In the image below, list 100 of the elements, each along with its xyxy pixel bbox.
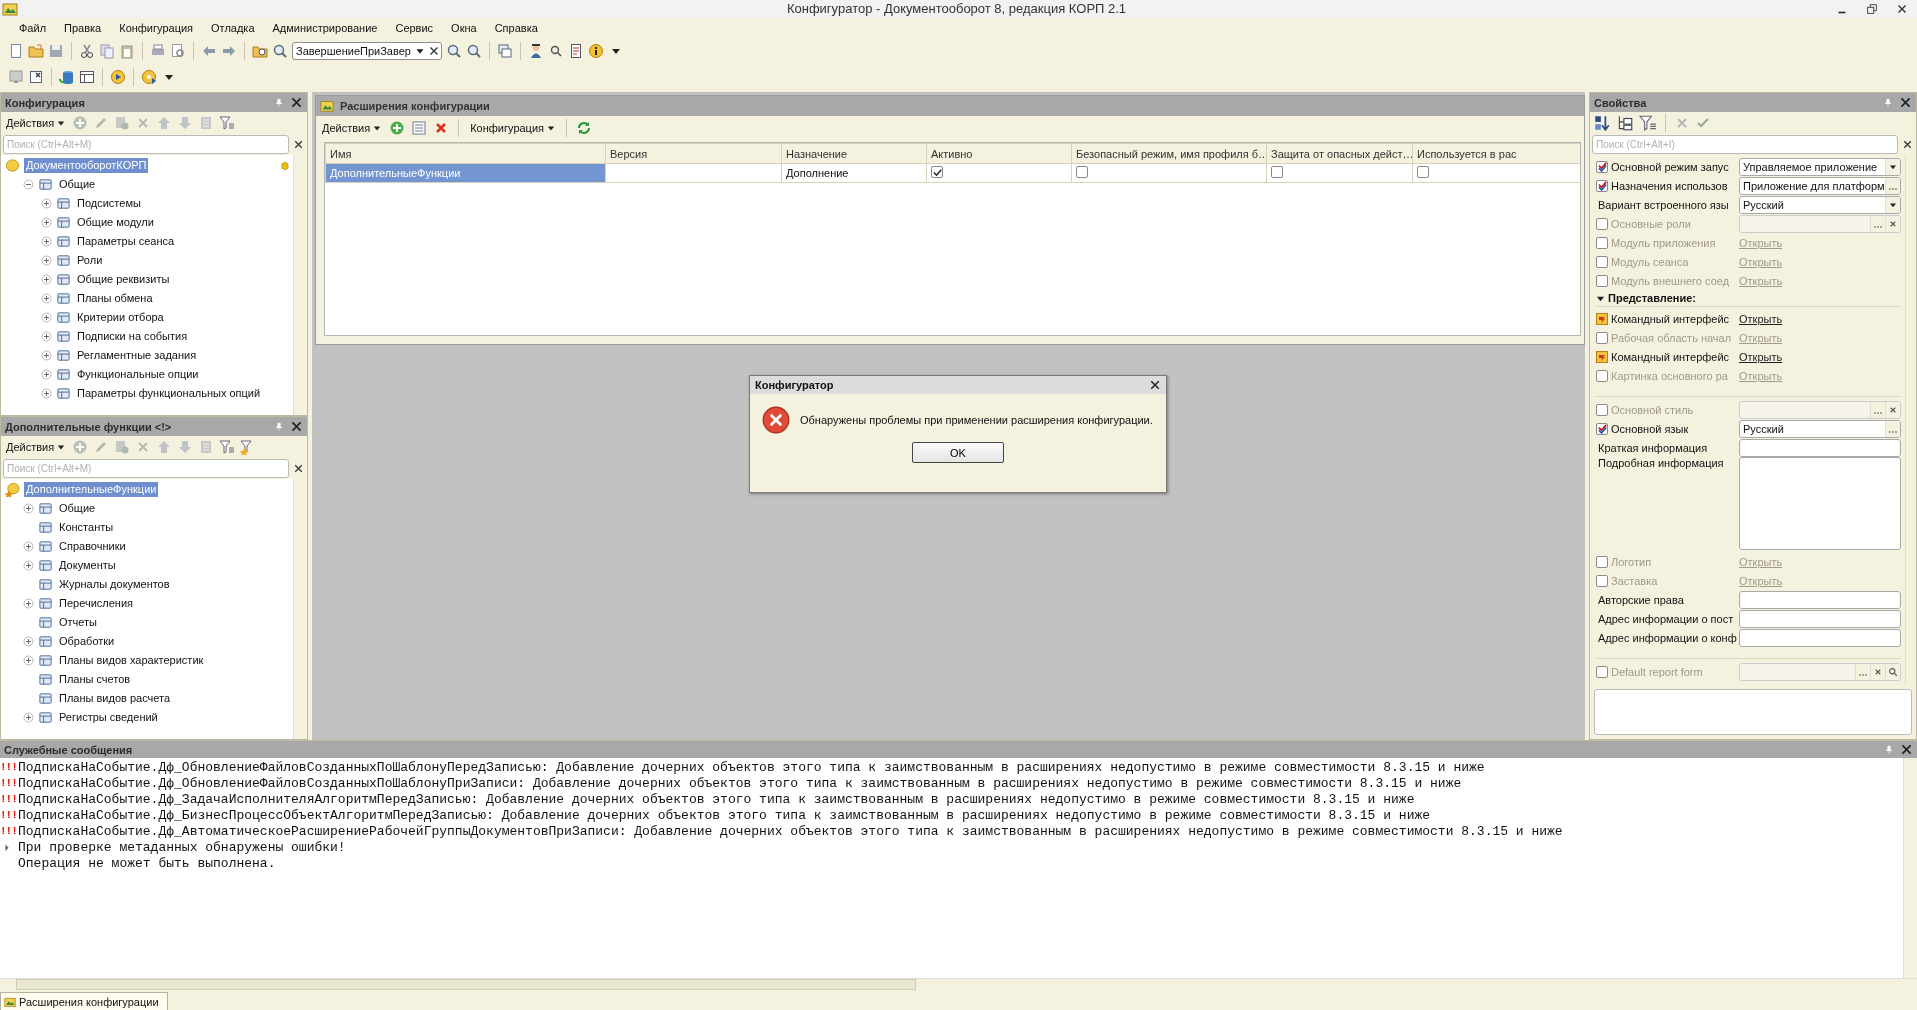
tree-item[interactable]: Общие (57, 501, 98, 516)
notes-icon[interactable] (568, 43, 584, 59)
add-icon[interactable] (72, 115, 89, 131)
actions-menu[interactable]: Действия (4, 441, 68, 453)
expand-toggle[interactable] (23, 541, 34, 552)
tree-item[interactable]: Функциональные опции (75, 367, 201, 382)
close-icon[interactable] (290, 420, 303, 433)
configuration-menu[interactable]: Конфигурация (468, 122, 558, 134)
checkbox[interactable] (1596, 179, 1608, 192)
tree-item[interactable]: Планы видов расчета (57, 691, 173, 706)
pin-icon[interactable] (1884, 744, 1894, 755)
table-icon[interactable] (79, 69, 95, 85)
expand-toggle[interactable] (41, 312, 52, 323)
clipboard-icon[interactable] (119, 43, 135, 59)
tree-item[interactable]: Роли (75, 253, 105, 268)
expand-toggle[interactable] (23, 655, 34, 666)
pin-icon[interactable] (274, 97, 284, 108)
expand-toggle[interactable] (23, 598, 34, 609)
tree-item[interactable]: Планы видов характеристик (57, 653, 206, 668)
expand-toggle[interactable] (41, 331, 52, 342)
expand-toggle[interactable] (23, 560, 34, 571)
column-header[interactable]: Активно (926, 143, 1072, 164)
info-icon[interactable] (588, 43, 604, 59)
column-header[interactable]: Защита от опасных дейст… (1266, 143, 1413, 164)
list-icon[interactable] (411, 120, 428, 136)
expand-toggle[interactable] (41, 198, 52, 209)
actions-menu[interactable]: Действия (320, 122, 384, 134)
tree-item[interactable]: Регистры сведений (57, 710, 160, 725)
ok-button[interactable]: OK (912, 442, 1004, 463)
folder-icon[interactable] (28, 43, 44, 59)
choice-field[interactable]: Приложение для платформ (1739, 176, 1901, 195)
clear-icon[interactable] (292, 462, 305, 475)
scrollbar[interactable] (293, 479, 307, 739)
checkbox[interactable] (1417, 166, 1429, 178)
menu-item[interactable]: Отладка (202, 22, 264, 34)
menu-item[interactable]: Файл (10, 22, 56, 34)
open-link[interactable]: Открыть (1739, 312, 1783, 325)
play-icon[interactable] (110, 69, 126, 85)
expand-toggle[interactable] (41, 217, 52, 228)
folder-search-icon[interactable] (252, 43, 268, 59)
tree-item[interactable]: Отчеты (57, 615, 100, 630)
scrollbar[interactable] (293, 155, 307, 415)
figure-icon[interactable] (528, 43, 544, 59)
tree-view-icon[interactable] (1616, 114, 1634, 132)
menu-item[interactable]: Правка (55, 22, 111, 34)
checkbox[interactable] (1076, 166, 1088, 178)
choice-field[interactable]: Русский (1739, 195, 1901, 214)
tree-item[interactable]: Документы (57, 558, 118, 573)
tree-item[interactable]: Параметры сеанса (75, 234, 177, 249)
scissors-icon[interactable] (79, 43, 95, 59)
expand-toggle[interactable] (41, 293, 52, 304)
tree-item[interactable]: Планы обмена (75, 291, 155, 306)
search-previous-icon[interactable] (466, 43, 482, 59)
expand-toggle[interactable] (41, 274, 52, 285)
tree-item[interactable]: Регламентные задания (75, 348, 199, 363)
expand-toggle[interactable] (23, 636, 34, 647)
tree-item[interactable]: Журналы документов (57, 577, 172, 592)
column-header[interactable]: Безопасный режим, имя профиля б… (1071, 143, 1267, 164)
menu-item[interactable]: Администрирование (263, 22, 387, 34)
restore-icon[interactable] (1865, 2, 1879, 16)
tree-item[interactable]: Параметры функциональных опций (75, 386, 263, 401)
input-field[interactable] (1739, 438, 1901, 457)
tree-item[interactable]: Общие (57, 177, 98, 192)
sort-icon[interactable] (1593, 114, 1611, 132)
expand-toggle[interactable] (41, 255, 52, 266)
expand-toggle[interactable] (41, 388, 52, 399)
tree-item[interactable]: Перечисления (57, 596, 135, 611)
open-link[interactable]: Открыть (1739, 350, 1783, 363)
choice-field[interactable]: Управляемое приложение (1739, 157, 1901, 176)
copy-icon[interactable] (114, 439, 131, 455)
copy-icon[interactable] (114, 115, 131, 131)
clear-icon[interactable] (1901, 138, 1914, 151)
expand-toggle[interactable] (41, 369, 52, 380)
horizontal-scrollbar[interactable] (0, 978, 1917, 990)
search-field[interactable]: Поиск (Ctrl+Alt+M) (3, 135, 289, 154)
add-icon[interactable] (72, 439, 89, 455)
input-field[interactable] (1739, 609, 1901, 628)
tree-item[interactable]: Общие модули (75, 215, 156, 230)
database-icon[interactable] (59, 69, 75, 85)
close-icon[interactable] (1899, 96, 1912, 109)
actions-menu[interactable]: Действия (4, 117, 68, 129)
add-icon[interactable] (389, 120, 406, 136)
checkbox[interactable] (1596, 160, 1608, 173)
window-tab[interactable]: Расширения конфигурации (0, 992, 168, 1010)
tree-item[interactable]: Константы (57, 520, 116, 535)
close-icon[interactable] (1149, 379, 1161, 391)
preview-icon[interactable] (170, 43, 186, 59)
pin-icon[interactable] (274, 421, 284, 432)
filter-icon[interactable] (1639, 114, 1657, 132)
windows-icon[interactable] (497, 43, 513, 59)
menu-item[interactable]: Окна (442, 22, 486, 34)
tree-item[interactable]: Справочники (57, 539, 128, 554)
checkbox[interactable] (1271, 166, 1283, 178)
expand-toggle[interactable] (23, 712, 34, 723)
disc-icon[interactable] (141, 69, 157, 85)
search-combo[interactable]: ЗавершениеПриЗавер (292, 42, 442, 60)
redo-icon[interactable] (221, 43, 237, 59)
choice-field[interactable] (1739, 400, 1901, 419)
expand-toggle[interactable] (23, 179, 34, 190)
pin-icon[interactable] (1883, 97, 1893, 108)
